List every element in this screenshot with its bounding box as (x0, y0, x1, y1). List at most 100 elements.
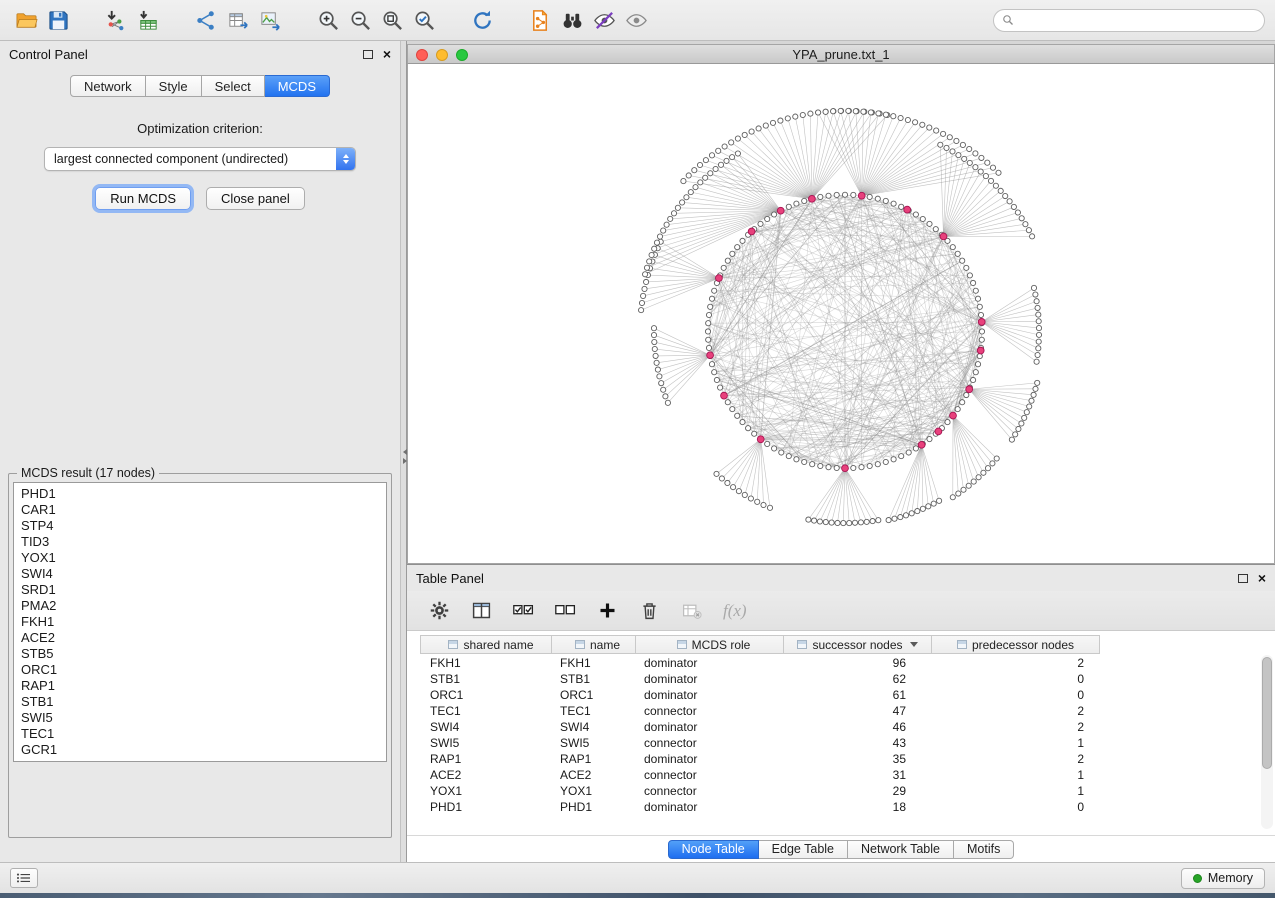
leaf-node[interactable] (1033, 292, 1038, 297)
leaf-node[interactable] (647, 259, 652, 264)
ring-node[interactable] (758, 221, 763, 226)
leaf-node[interactable] (657, 234, 662, 239)
ring-node[interactable] (772, 212, 777, 217)
leaf-node[interactable] (718, 162, 723, 167)
column-header-shared-name[interactable]: shared name (420, 635, 552, 654)
table-row[interactable]: RAP1RAP1dominator352 (420, 751, 1275, 767)
leaf-node[interactable] (652, 339, 657, 344)
leaf-node[interactable] (1036, 312, 1041, 317)
leaf-node[interactable] (938, 142, 943, 147)
ring-node[interactable] (867, 194, 872, 199)
leaf-node[interactable] (708, 171, 713, 176)
mcds-hub-node[interactable] (809, 195, 816, 202)
leaf-node[interactable] (927, 125, 932, 130)
close-panel-button[interactable]: Close panel (206, 187, 305, 210)
close-window-icon[interactable] (416, 49, 428, 61)
leaf-node[interactable] (838, 108, 843, 113)
leaf-node[interactable] (761, 502, 766, 507)
leaf-node[interactable] (1029, 398, 1034, 403)
mcds-result-item[interactable]: ORC1 (14, 662, 386, 678)
ring-node[interactable] (794, 201, 799, 206)
ring-node[interactable] (967, 273, 972, 278)
leaf-node[interactable] (852, 520, 857, 525)
column-header-predecessor-nodes[interactable]: predecessor nodes (932, 635, 1100, 654)
leaf-node[interactable] (1027, 404, 1032, 409)
leaf-node[interactable] (684, 195, 689, 200)
mcds-result-item[interactable]: RAP1 (14, 678, 386, 694)
leaf-node[interactable] (973, 165, 978, 170)
leaf-node[interactable] (1036, 325, 1041, 330)
tab-mcds[interactable]: MCDS (265, 75, 330, 97)
leaf-node[interactable] (657, 374, 662, 379)
mcds-hub-node[interactable] (950, 412, 957, 419)
table-row[interactable]: FKH1FKH1dominator962 (420, 655, 1275, 671)
leaf-node[interactable] (903, 513, 908, 518)
leaf-node[interactable] (920, 506, 925, 511)
ring-node[interactable] (708, 304, 713, 309)
leaf-node[interactable] (1024, 410, 1029, 415)
table-row[interactable]: STB1STB1dominator620 (420, 671, 1275, 687)
ring-node[interactable] (978, 312, 983, 317)
ring-node[interactable] (772, 446, 777, 451)
leaf-node[interactable] (681, 178, 686, 183)
ring-node[interactable] (973, 288, 978, 293)
leaf-node[interactable] (688, 190, 693, 195)
leaf-node[interactable] (823, 519, 828, 524)
leaf-node[interactable] (847, 520, 852, 525)
leaf-node[interactable] (763, 123, 768, 128)
leaf-node[interactable] (742, 492, 747, 497)
table-row[interactable]: SWI4SWI4dominator462 (420, 719, 1275, 735)
refresh-button[interactable] (466, 5, 498, 35)
leaf-node[interactable] (793, 114, 798, 119)
leaf-node[interactable] (1035, 305, 1040, 310)
export-table-button[interactable] (222, 5, 254, 35)
ring-node[interactable] (875, 462, 880, 467)
mcds-result-item[interactable]: PHD1 (14, 486, 386, 502)
leaf-node[interactable] (778, 118, 783, 123)
leaf-node[interactable] (931, 501, 936, 506)
ring-node[interactable] (906, 450, 911, 455)
ring-node[interactable] (883, 459, 888, 464)
leaf-node[interactable] (941, 131, 946, 136)
tab-style[interactable]: Style (146, 75, 202, 97)
leaf-node[interactable] (1015, 210, 1020, 215)
ring-node[interactable] (933, 227, 938, 232)
ring-node[interactable] (714, 377, 719, 382)
tab-node-table[interactable]: Node Table (668, 840, 759, 859)
leaf-node[interactable] (693, 185, 698, 190)
close-panel-icon[interactable]: × (383, 47, 391, 61)
leaf-node[interactable] (653, 353, 658, 358)
leaf-node[interactable] (1016, 426, 1021, 431)
table-row[interactable]: ORC1ORC1dominator610 (420, 687, 1275, 703)
leaf-node[interactable] (661, 228, 666, 233)
leaf-node[interactable] (998, 188, 1003, 193)
leaf-node[interactable] (993, 183, 998, 188)
leaf-node[interactable] (926, 504, 931, 509)
mcds-hub-node[interactable] (977, 347, 984, 354)
mcds-hub-node[interactable] (757, 436, 764, 443)
ring-node[interactable] (709, 362, 714, 367)
leaf-node[interactable] (1036, 319, 1041, 324)
leaf-node[interactable] (915, 509, 920, 514)
ring-node[interactable] (712, 288, 717, 293)
mcds-result-item[interactable]: FKH1 (14, 614, 386, 630)
leaf-node[interactable] (966, 483, 971, 488)
column-header-mcds-role[interactable]: MCDS role (636, 635, 784, 654)
ring-node[interactable] (913, 446, 918, 451)
delete-table-button[interactable] (681, 600, 702, 621)
leaf-node[interactable] (675, 205, 680, 210)
leaf-node[interactable] (996, 170, 1001, 175)
ring-node[interactable] (735, 245, 740, 250)
leaf-node[interactable] (1019, 216, 1024, 221)
mcds-result-item[interactable]: ACE2 (14, 630, 386, 646)
leaf-node[interactable] (990, 165, 995, 170)
leaf-node[interactable] (1034, 299, 1039, 304)
leaf-node[interactable] (655, 367, 660, 372)
leaf-node[interactable] (1013, 432, 1018, 437)
leaf-node[interactable] (756, 126, 761, 131)
leaf-node[interactable] (883, 112, 888, 117)
ring-node[interactable] (899, 454, 904, 459)
table-row[interactable]: SWI5SWI5connector431 (420, 735, 1275, 751)
leaf-node[interactable] (713, 166, 718, 171)
mcds-hub-node[interactable] (716, 275, 723, 282)
